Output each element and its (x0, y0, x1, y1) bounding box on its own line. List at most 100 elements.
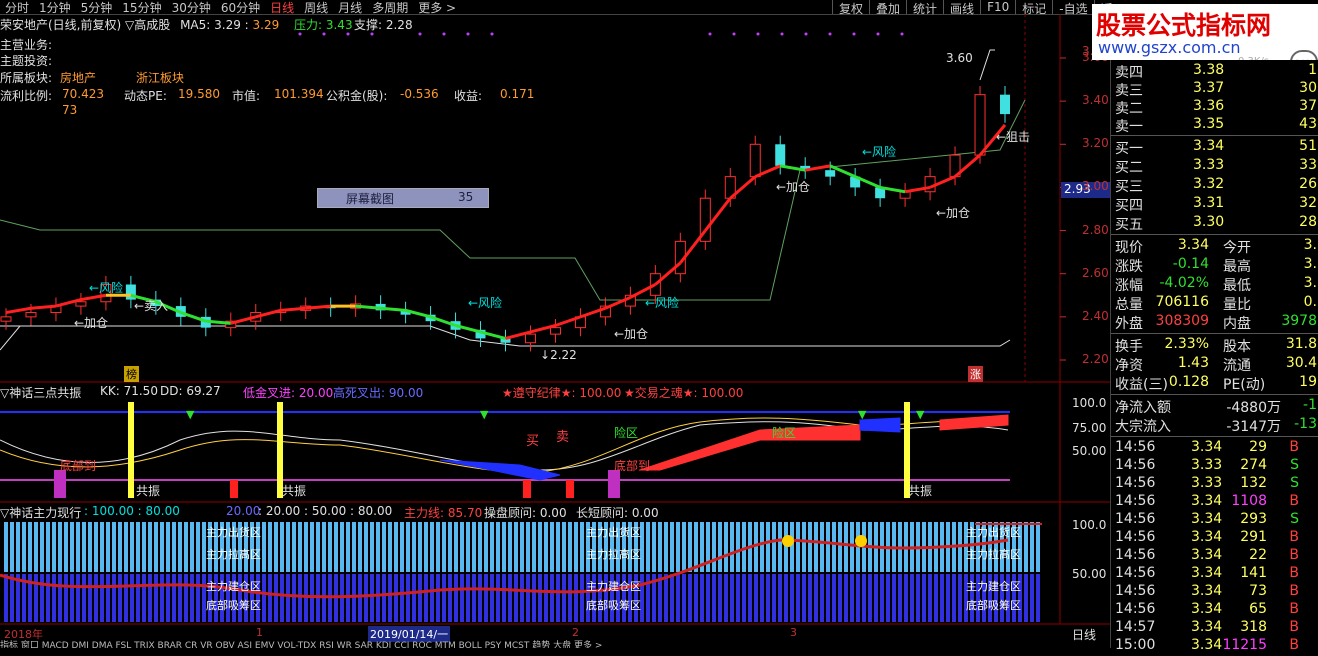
flow-value: -4880万 (1226, 400, 1281, 416)
candle-body (500, 338, 511, 343)
ind2-upper-bar (550, 522, 554, 572)
theme-label: 主题投资: (0, 54, 53, 68)
ind1-high-dead: 高死叉出: 90.00 (333, 386, 424, 400)
ind2-upper-bar (430, 522, 434, 572)
popup-label: 屏幕截图 (346, 192, 395, 206)
down-arrow-icon: ▼ (916, 408, 925, 421)
divider (1111, 436, 1318, 437)
ind2-upper-bar (322, 522, 326, 572)
candle-body (775, 144, 786, 166)
ind2-upper-bar (52, 522, 56, 572)
ind2-params: : 100.00 : 80.00 (84, 504, 180, 518)
trade-side: B (1289, 619, 1299, 635)
flow-value-2: -13 (1294, 416, 1317, 432)
upper-channel-line (0, 99, 1026, 301)
smiley-icon (782, 535, 794, 547)
ind2-upper-bar (556, 522, 560, 572)
candle-body (549, 327, 561, 335)
flow-row: 净流入额 -4880万 -1 (1111, 397, 1318, 416)
ind2-upper-bar (502, 522, 506, 572)
trade-time: 14:56 (1115, 493, 1156, 509)
ind2-upper-bar (184, 522, 188, 572)
candle-body (825, 170, 836, 177)
ind2-upper-bar (712, 522, 716, 572)
ind2-lower-bar (796, 574, 800, 622)
ind2-lower-bar (112, 574, 116, 622)
ind2-lower-bar (64, 574, 68, 622)
ind2-lower-bar (952, 574, 956, 622)
resonance-bar (128, 402, 134, 498)
ask-label: 卖二 (1115, 101, 1143, 117)
ind2-upper-bar (496, 522, 500, 572)
ask-price: 3.38 (1193, 62, 1225, 78)
ind2-upper-bar (688, 522, 692, 572)
ind2-lower-bar (874, 574, 878, 622)
ind2-upper-bar (34, 522, 38, 572)
ind2-upper-bar (292, 522, 296, 572)
ind2-lower-bar (142, 574, 146, 622)
ind2-lower-bar (88, 574, 92, 622)
ma5-label: MA5: 3.29 : 3.29 (180, 18, 280, 32)
ind1-tick-50: 50.00 (1072, 444, 1107, 458)
ind2-upper-bar (466, 522, 470, 572)
ind2-upper-bar (424, 522, 428, 572)
ind2-lower-bar (190, 574, 194, 622)
ind2-upper-bar (136, 522, 140, 572)
ind2-lower-bar (286, 574, 290, 622)
ind1-bottom-2: 底部到 (614, 459, 651, 473)
extra-value: 73 (62, 103, 78, 117)
ind2-upper-bar (148, 522, 152, 572)
ind2-upper-bar (1024, 522, 1028, 572)
ind2-lower-bar (670, 574, 674, 622)
ind2-lower-bar (688, 574, 692, 622)
quote-label: 净资 (1115, 358, 1143, 374)
ind2-lower-bar (538, 574, 542, 622)
divider (1111, 394, 1318, 395)
ind2-lower-bar (1036, 574, 1040, 622)
ind2-lower-bar (130, 574, 134, 622)
ask-price: 3.36 (1193, 98, 1225, 114)
quote-value: -0.14 (1172, 256, 1209, 272)
ind2-lower-bar (928, 574, 932, 622)
ind2-upper-bar (40, 522, 44, 572)
bid-label: 买二 (1115, 160, 1143, 176)
trade-price: 3.34 (1191, 583, 1223, 599)
ind2-upper-bar (406, 522, 410, 572)
screenshot-popup[interactable]: 屏幕截图 35 (317, 188, 489, 208)
trade-volume: 22 (1249, 547, 1267, 563)
ind2-upper-bar (736, 522, 740, 572)
ind2-upper-bar (658, 522, 662, 572)
trade-side: B (1289, 493, 1299, 509)
ind2-lower-bar (754, 574, 758, 622)
ind2-upper-bar (166, 522, 170, 572)
ind2-lower-bar (550, 574, 554, 622)
ind2-lower-bar (406, 574, 410, 622)
bid-row: 买三 3.32 26 (1111, 176, 1318, 195)
quote-label: 涨幅 (1115, 278, 1143, 294)
snipe-label: ←狙击 (996, 130, 1031, 144)
ind2-upper-bar (70, 522, 74, 572)
ind2-lower-bar (808, 574, 812, 622)
site-watermark: 股票公式指标网 www.gszx.com.cn (1092, 4, 1318, 60)
down-arrow-icon: ▼ (858, 408, 867, 421)
ind2-lower-bar (502, 574, 506, 622)
ind2-lower-bar (10, 574, 14, 622)
bid-price: 3.34 (1193, 138, 1225, 154)
trade-side: S (1290, 457, 1299, 473)
ind2-lower-bar (934, 574, 938, 622)
ind2-upper-bar (478, 522, 482, 572)
ind2-lower-bar (508, 574, 512, 622)
trade-price: 3.34 (1191, 619, 1223, 635)
candle-body (0, 316, 12, 322)
ind2-upper-bar (58, 522, 62, 572)
trade-volume: 141 (1240, 565, 1267, 581)
ind2-upper-bar (370, 522, 374, 572)
risk-label-4: ←风险 (862, 145, 897, 159)
ind2-upper-bar (694, 522, 698, 572)
quote-panel: 卖四 3.38 1 卖三 3.37 30 卖二 3.36 37 卖一 3.35 43 买一 3.34 51 买… (1110, 60, 1318, 653)
ind2-upper-bar (574, 522, 578, 572)
ind2-lower-bar (346, 574, 350, 622)
trade-side: B (1289, 601, 1299, 617)
quote-label: 现价 (1115, 240, 1143, 256)
risk-label-3: ←风险 (645, 296, 680, 310)
